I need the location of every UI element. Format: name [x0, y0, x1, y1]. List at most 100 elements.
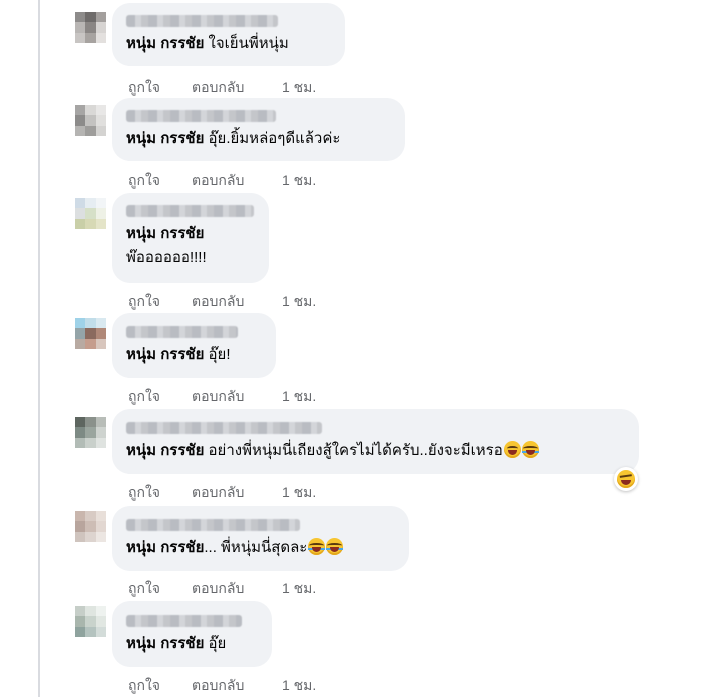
- avatar[interactable]: [75, 606, 106, 637]
- commenter-name-blurred[interactable]: [126, 422, 322, 434]
- comment-text: หนุ่ม กรรชัย อย่างพี่หนุ่มนี่เถียงสู้ใคร…: [126, 441, 625, 461]
- commenter-name-blurred[interactable]: [126, 110, 276, 122]
- avatar-pixel: [95, 22, 106, 33]
- avatar-pixel: [75, 328, 86, 339]
- comment-actions: ถูกใจ ตอบกลับ 1 ชม.: [128, 291, 316, 313]
- avatar-pixel: [75, 22, 86, 33]
- avatar[interactable]: [75, 417, 106, 448]
- avatar-pixel: [95, 417, 106, 428]
- reply-button[interactable]: ตอบกลับ: [192, 291, 282, 313]
- avatar-pixel: [75, 32, 86, 43]
- comment-actions: ถูกใจ ตอบกลับ 1 ชม.: [128, 77, 316, 99]
- mention-tag[interactable]: หนุ่ม กรรชัย: [126, 635, 204, 652]
- reply-button[interactable]: ตอบกลับ: [192, 77, 282, 99]
- avatar-pixel: [95, 427, 106, 438]
- avatar-pixel: [85, 218, 96, 229]
- comment-timestamp[interactable]: 1 ชม.: [282, 291, 316, 313]
- avatar[interactable]: [75, 12, 106, 43]
- avatar-pixel: [75, 208, 86, 219]
- avatar-pixel: [85, 616, 96, 627]
- reply-button[interactable]: ตอบกลับ: [192, 675, 282, 697]
- avatar[interactable]: [75, 318, 106, 349]
- avatar-pixel: [75, 417, 86, 428]
- comment-timestamp[interactable]: 1 ชม.: [282, 170, 316, 192]
- like-button[interactable]: ถูกใจ: [128, 482, 192, 504]
- avatar-pixel: [75, 125, 86, 136]
- mention-tag[interactable]: หนุ่ม กรรชัย: [126, 35, 204, 52]
- like-button[interactable]: ถูกใจ: [128, 291, 192, 313]
- comment-actions: ถูกใจ ตอบกลับ 1 ชม.: [128, 675, 316, 697]
- mention-tag[interactable]: หนุ่ม กรรชัย: [126, 225, 204, 242]
- avatar-pixel: [85, 22, 96, 33]
- avatar-pixel: [85, 437, 96, 448]
- avatar-pixel: [85, 105, 96, 116]
- rolling-laughing-emoji-icon: [521, 441, 539, 458]
- commenter-name-blurred[interactable]: [126, 615, 242, 627]
- comment-bubble: หนุ่ม กรรชัย อุ๊ย: [112, 601, 272, 667]
- comment-text: หนุ่ม กรรชัย... พี่หนุ่มนี่สุดละ: [126, 538, 395, 558]
- mention-tag[interactable]: หนุ่ม กรรชัย: [126, 539, 204, 556]
- avatar[interactable]: [75, 198, 106, 229]
- avatar-pixel: [95, 115, 106, 126]
- reply-button[interactable]: ตอบกลับ: [192, 578, 282, 600]
- like-button[interactable]: ถูกใจ: [128, 77, 192, 99]
- commenter-name-blurred[interactable]: [126, 326, 238, 338]
- like-button[interactable]: ถูกใจ: [128, 675, 192, 697]
- like-button[interactable]: ถูกใจ: [128, 578, 192, 600]
- avatar-pixel: [85, 531, 96, 542]
- reply-button[interactable]: ตอบกลับ: [192, 482, 282, 504]
- comment-timestamp[interactable]: 1 ชม.: [282, 77, 316, 99]
- commenter-name-blurred[interactable]: [126, 15, 278, 27]
- comment-text: หนุ่ม กรรชัย: [126, 224, 255, 244]
- comment-timestamp[interactable]: 1 ชม.: [282, 386, 316, 408]
- avatar-pixel: [95, 328, 106, 339]
- comment-body: ... พี่หนุ่มนี่สุดละ: [204, 539, 308, 556]
- avatar-pixel: [95, 125, 106, 136]
- avatar-pixel: [85, 606, 96, 617]
- avatar-pixel: [85, 32, 96, 43]
- comment-actions: ถูกใจ ตอบกลับ 1 ชม.: [128, 482, 316, 504]
- reply-button[interactable]: ตอบกลับ: [192, 386, 282, 408]
- comment-bubble: หนุ่ม กรรชัย อุ๊ย.ยิ้มหล่อๆดีแล้วค่ะ: [112, 98, 405, 161]
- avatar-pixel: [95, 32, 106, 43]
- avatar-pixel: [85, 198, 96, 209]
- avatar-pixel: [95, 105, 106, 116]
- comment-text: หนุ่ม กรรชัย ใจเย็นพี่หนุ่ม: [126, 34, 331, 54]
- avatar-pixel: [95, 606, 106, 617]
- avatar-pixel: [75, 105, 86, 116]
- avatar[interactable]: [75, 511, 106, 542]
- avatar-pixel: [95, 521, 106, 532]
- avatar-pixel: [95, 198, 106, 209]
- mention-tag[interactable]: หนุ่ม กรรชัย: [126, 346, 204, 363]
- comment-actions: ถูกใจ ตอบกลับ 1 ชม.: [128, 386, 316, 408]
- like-button[interactable]: ถูกใจ: [128, 170, 192, 192]
- comment-body: อุ๊ย: [204, 635, 227, 652]
- avatar-pixel: [85, 427, 96, 438]
- avatar-pixel: [75, 338, 86, 349]
- commenter-name-blurred[interactable]: [126, 519, 300, 531]
- avatar[interactable]: [75, 105, 106, 136]
- comment-text: หนุ่ม กรรชัย อุ๊ย.ยิ้มหล่อๆดีแล้วค่ะ: [126, 129, 391, 149]
- mention-tag[interactable]: หนุ่ม กรรชัย: [126, 130, 204, 147]
- comment-body: อุ๊ย.ยิ้มหล่อๆดีแล้วค่ะ: [204, 130, 341, 147]
- like-button[interactable]: ถูกใจ: [128, 386, 192, 408]
- avatar-pixel: [95, 12, 106, 23]
- mention-tag[interactable]: หนุ่ม กรรชัย: [126, 442, 204, 459]
- laughing-reaction-icon: [617, 470, 635, 488]
- comment-actions: ถูกใจ ตอบกลับ 1 ชม.: [128, 170, 316, 192]
- avatar-pixel: [85, 12, 96, 23]
- comment-bubble: หนุ่ม กรรชัย... พี่หนุ่มนี่สุดละ: [112, 506, 409, 571]
- reply-button[interactable]: ตอบกลับ: [192, 170, 282, 192]
- avatar-pixel: [85, 417, 96, 428]
- avatar-pixel: [85, 521, 96, 532]
- comment-timestamp[interactable]: 1 ชม.: [282, 675, 316, 697]
- avatar-pixel: [75, 616, 86, 627]
- comment-timestamp[interactable]: 1 ชม.: [282, 482, 316, 504]
- reaction-badge[interactable]: [614, 467, 638, 491]
- comment-timestamp[interactable]: 1 ชม.: [282, 578, 316, 600]
- avatar-pixel: [85, 338, 96, 349]
- avatar-pixel: [75, 115, 86, 126]
- avatar-pixel: [75, 626, 86, 637]
- commenter-name-blurred[interactable]: [126, 205, 254, 217]
- thread-connector-line: [38, 0, 40, 697]
